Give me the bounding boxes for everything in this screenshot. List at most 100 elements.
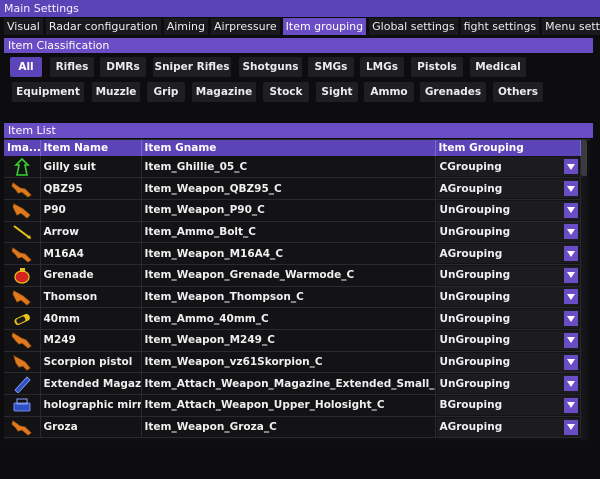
item-grouping-select[interactable]: AGrouping bbox=[436, 417, 579, 437]
item-grouping-select[interactable]: UnGrouping bbox=[436, 200, 579, 220]
item-grouping-select[interactable]: UnGrouping bbox=[436, 222, 579, 242]
column-header-item-name[interactable]: Item Name bbox=[40, 140, 142, 156]
chevron-down-icon[interactable] bbox=[563, 332, 578, 348]
column-header-image[interactable]: Ima... bbox=[4, 140, 41, 156]
window-title: Main Settings bbox=[4, 2, 79, 15]
item-image-cell bbox=[4, 286, 41, 309]
item-image-cell bbox=[4, 307, 41, 330]
chevron-down-icon[interactable] bbox=[563, 354, 578, 370]
tab-fight-settings[interactable]: fight settings bbox=[460, 18, 540, 35]
item-list-scroll-thumb[interactable] bbox=[581, 140, 587, 176]
filter-pistols-button[interactable]: Pistols bbox=[411, 57, 463, 77]
chevron-down-icon[interactable] bbox=[563, 159, 578, 175]
chevron-down-icon[interactable] bbox=[563, 311, 578, 327]
item-name-cell: QBZ95 bbox=[40, 177, 142, 200]
tab-item-grouping[interactable]: Item grouping bbox=[282, 18, 367, 35]
chevron-down-icon[interactable] bbox=[563, 267, 578, 283]
filter-muzzle-button[interactable]: Muzzle bbox=[92, 82, 140, 102]
filter-lmgs-button[interactable]: LMGs bbox=[360, 57, 404, 77]
table-row[interactable]: QBZ95 Item_Weapon_QBZ95_C AGrouping bbox=[4, 177, 581, 200]
item-list-header: Item List bbox=[4, 123, 593, 138]
tab-global-settings[interactable]: Global settings bbox=[369, 18, 458, 35]
tab-menu-settings[interactable]: Menu settings bbox=[542, 18, 600, 35]
rifle-icon bbox=[11, 420, 32, 436]
item-grouping-select[interactable]: AGrouping bbox=[436, 244, 579, 264]
item-grouping-select[interactable]: UnGrouping bbox=[436, 265, 579, 285]
grenade-icon bbox=[14, 268, 30, 284]
table-row[interactable]: Groza Item_Weapon_Groza_C AGrouping bbox=[4, 416, 581, 439]
item-name-cell: Extended Magazine bbox=[40, 372, 142, 396]
item-grouping-select[interactable]: UnGrouping bbox=[436, 309, 579, 329]
tab-aiming[interactable]: Aiming bbox=[163, 18, 209, 35]
classification-filter-panel: All Rifles DMRs Sniper Rifles Shotguns S… bbox=[4, 53, 593, 109]
item-grouping-select[interactable]: AGrouping bbox=[436, 179, 579, 199]
item-gname-cell: Item_Weapon_Groza_C bbox=[141, 416, 436, 439]
filter-ammo-button[interactable]: Ammo bbox=[364, 82, 414, 102]
item-name-cell: M249 bbox=[40, 329, 142, 352]
item-grouping-value: BGrouping bbox=[439, 399, 503, 412]
filter-others-button[interactable]: Others bbox=[493, 82, 543, 102]
column-header-item-grouping[interactable]: Item Grouping bbox=[435, 140, 581, 156]
chevron-down-icon[interactable] bbox=[563, 224, 578, 240]
item-name-cell: P90 bbox=[40, 199, 142, 222]
pistol-icon bbox=[13, 355, 31, 371]
table-row[interactable]: 40mm Item_Ammo_40mm_C UnGrouping bbox=[4, 307, 581, 330]
item-grouping-select[interactable]: BGrouping bbox=[436, 395, 579, 415]
filter-grenades-button[interactable]: Grenades bbox=[420, 82, 486, 102]
settings-tab-bar: Visual Radar configuration Aiming Airpre… bbox=[0, 18, 600, 37]
table-row[interactable]: Grenade Item_Weapon_Grenade_Warmode_C Un… bbox=[4, 264, 581, 287]
filter-rifles-button[interactable]: Rifles bbox=[50, 57, 94, 77]
item-grouping-select[interactable]: UnGrouping bbox=[436, 287, 579, 307]
filter-magazine-button[interactable]: Magazine bbox=[192, 82, 256, 102]
item-gname-cell: Item_Ammo_Bolt_C bbox=[141, 221, 436, 244]
tab-radar-configuration[interactable]: Radar configuration bbox=[45, 18, 161, 35]
filter-stock-button[interactable]: Stock bbox=[263, 82, 309, 102]
tab-visual[interactable]: Visual bbox=[4, 18, 43, 35]
column-header-item-gname[interactable]: Item Gname bbox=[141, 140, 436, 156]
item-grouping-select[interactable]: UnGrouping bbox=[436, 330, 579, 350]
table-row[interactable]: P90 Item_Weapon_P90_C UnGrouping bbox=[4, 199, 581, 222]
filter-sight-button[interactable]: Sight bbox=[316, 82, 358, 102]
filter-dmrs-button[interactable]: DMRs bbox=[100, 57, 146, 77]
item-gname-cell: Item_Weapon_Grenade_Warmode_C bbox=[141, 264, 436, 287]
table-row[interactable]: Arrow Item_Ammo_Bolt_C UnGrouping bbox=[4, 221, 581, 244]
holographic-sight-icon bbox=[13, 398, 31, 412]
item-classification-title: Item Classification bbox=[8, 39, 110, 52]
item-grouping-select[interactable]: CGrouping bbox=[436, 157, 579, 177]
item-grouping-select[interactable]: UnGrouping bbox=[436, 352, 579, 372]
item-list-scrollbar[interactable] bbox=[581, 140, 587, 440]
chevron-down-icon[interactable] bbox=[563, 202, 578, 218]
item-grouping-cell: UnGrouping bbox=[435, 264, 581, 287]
filter-smgs-button[interactable]: SMGs bbox=[308, 57, 354, 77]
table-row[interactable]: Scorpion pistol Item_Weapon_vz61Skorpion… bbox=[4, 351, 581, 374]
item-grouping-value: UnGrouping bbox=[439, 290, 511, 303]
table-row[interactable]: holographic mirror Item_Attach_Weapon_Up… bbox=[4, 394, 581, 417]
chevron-down-icon[interactable] bbox=[563, 397, 578, 413]
table-row[interactable]: Extended Magazine Item_Attach_Weapon_Mag… bbox=[4, 372, 581, 396]
filter-equipment-button[interactable]: Equipment bbox=[12, 82, 84, 102]
table-row[interactable]: Gilly suit Item_Ghillie_05_C CGrouping bbox=[4, 156, 581, 179]
filter-shotguns-button[interactable]: Shotguns bbox=[239, 57, 302, 77]
item-name-cell: Gilly suit bbox=[40, 156, 142, 179]
item-name-cell: Arrow bbox=[40, 221, 142, 244]
item-image-cell bbox=[4, 199, 41, 222]
chevron-down-icon[interactable] bbox=[563, 181, 578, 197]
item-grouping-select[interactable]: UnGrouping bbox=[436, 374, 579, 394]
item-list-table-container: Ima... Item Name Item Gname Item Groupin… bbox=[4, 139, 590, 441]
chevron-down-icon[interactable] bbox=[563, 289, 578, 305]
chevron-down-icon[interactable] bbox=[563, 376, 578, 392]
chevron-down-icon[interactable] bbox=[563, 246, 578, 262]
ghillie-suit-icon bbox=[13, 157, 30, 176]
table-row[interactable]: Thomson Item_Weapon_Thompson_C UnGroupin… bbox=[4, 286, 581, 309]
rifle-icon bbox=[11, 246, 32, 263]
item-grouping-value: AGrouping bbox=[439, 247, 503, 260]
tab-airpressure[interactable]: Airpressure bbox=[211, 18, 280, 35]
filter-all-button[interactable]: All bbox=[10, 57, 42, 77]
table-row[interactable]: M16A4 Item_Weapon_M16A4_C AGrouping bbox=[4, 242, 581, 265]
filter-medical-button[interactable]: Medical bbox=[470, 57, 526, 77]
table-row[interactable]: M249 Item_Weapon_M249_C UnGrouping bbox=[4, 329, 581, 352]
item-gname-cell: Item_Ghillie_05_C bbox=[141, 156, 436, 179]
filter-sniper-rifles-button[interactable]: Sniper Rifles bbox=[153, 57, 231, 77]
filter-grip-button[interactable]: Grip bbox=[147, 82, 185, 102]
chevron-down-icon[interactable] bbox=[563, 419, 578, 435]
